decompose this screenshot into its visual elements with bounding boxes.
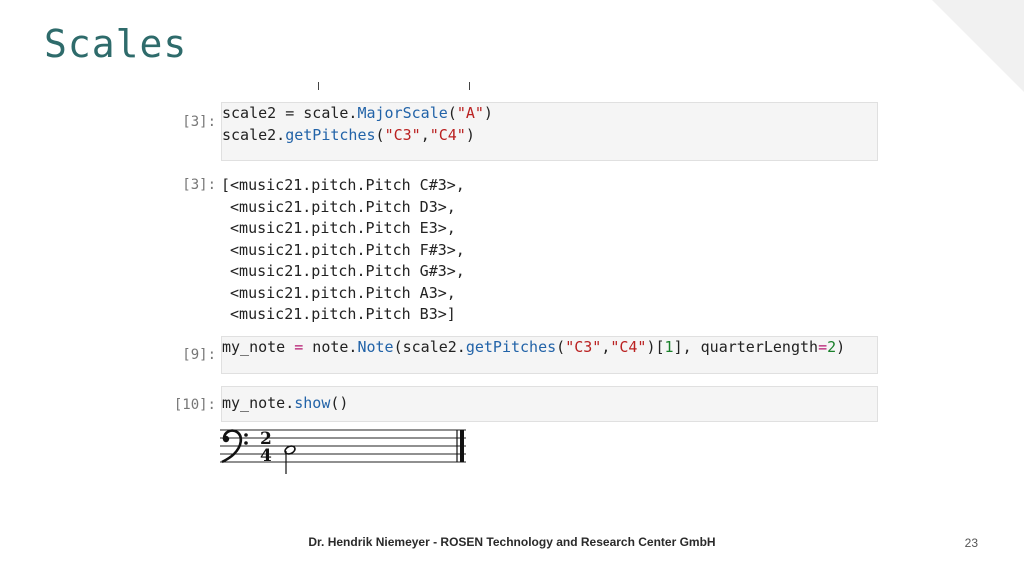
code-token: <music21.pitch.Pitch E3>, — [221, 219, 456, 237]
code-line: [<music21.pitch.Pitch C#3>, — [221, 175, 876, 197]
code-token: ) — [836, 338, 846, 356]
code-token: "C4" — [610, 338, 647, 356]
code-token: my_note. — [222, 394, 295, 412]
code-editor[interactable]: my_note.show() — [221, 386, 878, 422]
half-note-icon — [284, 445, 296, 474]
slide-footer: Dr. Hendrik Niemeyer - ROSEN Technology … — [308, 535, 716, 549]
code-line: <music21.pitch.Pitch F#3>, — [221, 240, 876, 262]
code-token: show — [294, 394, 331, 412]
output-area: [<music21.pitch.Pitch C#3>, <music21.pit… — [221, 172, 876, 326]
code-token: ( — [447, 104, 457, 122]
code-lines: my_note = note.Note(scale2.getPitches("C… — [222, 337, 877, 359]
code-token: [<music21.pitch.Pitch C#3>, — [221, 176, 465, 194]
code-line: scale2.getPitches("C3","C4") — [222, 125, 877, 147]
code-token: "C3" — [384, 125, 421, 144]
code-line: my_note = note.Note(scale2.getPitches("C… — [222, 337, 877, 359]
code-token: = — [818, 338, 828, 356]
code-line: <music21.pitch.Pitch A3>, — [221, 283, 876, 305]
output-lines: [<music21.pitch.Pitch C#3>, <music21.pit… — [221, 172, 876, 326]
code-line: scale2 = scale.MajorScale("A") — [222, 103, 877, 125]
code-token: () — [330, 394, 349, 412]
code-token: getPitches — [285, 125, 376, 144]
cell-prompt: [3]: — [182, 177, 216, 193]
cropped-previous-output — [318, 82, 470, 90]
code-editor[interactable]: scale2 = scale.MajorScale("A") scale2.get… — [221, 102, 878, 161]
code-token: ( — [556, 338, 566, 356]
code-token: <music21.pitch.Pitch D3>, — [221, 197, 456, 216]
code-line: <music21.pitch.Pitch B3>] — [221, 304, 876, 326]
staff-lines — [220, 429, 466, 463]
code-token: "C3" — [565, 338, 602, 356]
code-token: ) — [465, 125, 475, 144]
code-token: ( — [375, 125, 385, 144]
code-token: scale2. — [222, 125, 286, 144]
code-token: scale2 = scale. — [222, 104, 358, 122]
cell-prompt: [3]: — [182, 114, 216, 130]
code-token: my_note — [222, 338, 295, 356]
code-token: ], quarterLength — [673, 338, 819, 356]
code-token: note. — [303, 338, 358, 356]
code-token: ) — [483, 104, 493, 122]
page-number: 23 — [964, 536, 978, 550]
cell-prompt: [10]: — [173, 397, 216, 413]
corner-decoration — [932, 0, 1024, 92]
code-line: <music21.pitch.Pitch G#3>, — [221, 261, 876, 283]
code-token: , — [420, 125, 430, 144]
code-line: <music21.pitch.Pitch D3>, — [221, 197, 876, 219]
code-token: <music21.pitch.Pitch G#3>, — [221, 262, 465, 280]
code-token: getPitches — [465, 338, 557, 356]
code-token: Note — [357, 338, 394, 356]
code-editor[interactable]: my_note = note.Note(scale2.getPitches("C… — [221, 336, 878, 374]
cell-prompt: [9]: — [182, 347, 216, 363]
code-token: MajorScale — [357, 104, 448, 122]
code-token: = — [294, 338, 304, 356]
code-lines: scale2 = scale.MajorScale("A") scale2.get… — [222, 103, 877, 146]
code-line: <music21.pitch.Pitch E3>, — [221, 218, 876, 240]
code-token: 1 — [664, 338, 674, 356]
code-token: )[ — [646, 338, 665, 356]
time-signature-bottom: 4 — [260, 446, 272, 466]
time-signature: 2 4 — [260, 429, 272, 466]
code-token: <music21.pitch.Pitch B3>] — [221, 305, 456, 323]
code-token: "A" — [456, 104, 484, 122]
code-token: (scale2. — [393, 338, 466, 356]
code-token: 2 — [827, 338, 837, 356]
code-line: my_note.show() — [222, 393, 877, 415]
code-lines: my_note.show() — [222, 387, 877, 415]
code-token: "C4" — [429, 125, 466, 144]
slide-title: Scales — [44, 22, 188, 66]
code-token: <music21.pitch.Pitch A3>, — [221, 283, 456, 302]
music-score: 2 4 — [220, 429, 466, 474]
code-token: <music21.pitch.Pitch F#3>, — [221, 240, 465, 259]
code-token: , — [601, 338, 611, 356]
